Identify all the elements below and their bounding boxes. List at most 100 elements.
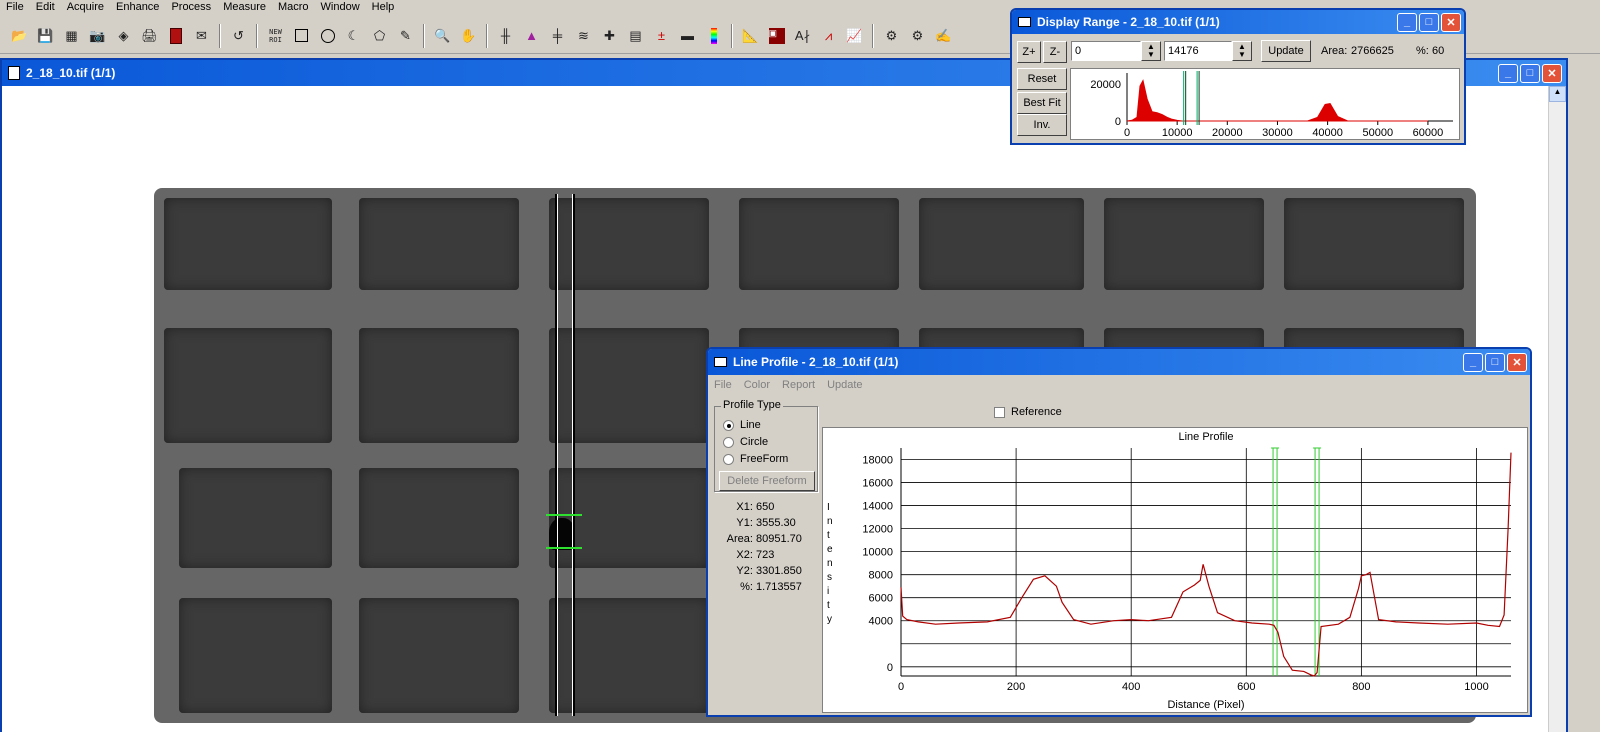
menu-file[interactable]: File bbox=[6, 0, 24, 14]
stack-icon[interactable]: ≋ bbox=[572, 24, 595, 48]
scroll-up-arrow[interactable]: ▲ bbox=[1549, 86, 1566, 102]
line-profile-chart[interactable]: Line Profile0400060008000100001200014000… bbox=[822, 427, 1528, 713]
palette-icon[interactable]: ▬ bbox=[676, 24, 699, 48]
lp-menu-report[interactable]: Report bbox=[782, 379, 815, 391]
maximize-button[interactable]: □ bbox=[1485, 352, 1505, 372]
new-roi-button[interactable]: NEW ROI bbox=[264, 24, 287, 48]
menu-help[interactable]: Help bbox=[372, 0, 395, 14]
stat-percent-label: %: bbox=[740, 581, 753, 593]
x-tick-label: 800 bbox=[1352, 681, 1370, 693]
y-tick-label: 18000 bbox=[862, 455, 893, 467]
display-range-titlebar[interactable]: Display Range - 2_18_10.tif (1/1) _ □ ✕ bbox=[1012, 10, 1464, 34]
radio-button-selected[interactable] bbox=[723, 419, 734, 431]
minimize-button[interactable]: _ bbox=[1463, 352, 1483, 372]
best-fit-button[interactable]: Best Fit bbox=[1017, 92, 1067, 114]
polygon-icon[interactable]: ⬠ bbox=[368, 24, 391, 48]
stat-percent-value: 1.713557 bbox=[756, 581, 802, 593]
y-tick-label: 0 bbox=[887, 662, 893, 674]
close-button[interactable]: ✕ bbox=[1441, 12, 1461, 32]
radio-button[interactable] bbox=[723, 436, 734, 448]
specimen-cell bbox=[164, 198, 332, 290]
menu-edit[interactable]: Edit bbox=[36, 0, 55, 14]
stat-x1-value: 650 bbox=[756, 501, 775, 513]
mail-icon[interactable]: ✉ bbox=[190, 24, 213, 48]
display-range-title: Display Range - 2_18_10.tif (1/1) bbox=[1037, 15, 1220, 29]
radio-line[interactable]: Line bbox=[723, 419, 761, 431]
fft-icon[interactable]: ✚ bbox=[598, 24, 621, 48]
radio-button[interactable] bbox=[723, 453, 734, 465]
hist-x-tick-label: 30000 bbox=[1262, 127, 1293, 139]
layers-icon[interactable]: ◈ bbox=[112, 24, 135, 48]
pencil-icon[interactable]: ✎ bbox=[394, 24, 417, 48]
count-icon[interactable]: ▣ bbox=[765, 24, 788, 48]
lp-menu-color[interactable]: Color bbox=[744, 379, 770, 391]
book-icon[interactable] bbox=[164, 24, 187, 48]
minimize-button[interactable]: _ bbox=[1397, 12, 1417, 32]
min-value-spinner[interactable]: ▲ ▼ bbox=[1141, 41, 1161, 61]
specimen-cell bbox=[1104, 198, 1264, 290]
rectangle-icon[interactable] bbox=[290, 24, 313, 48]
levels-icon[interactable]: ╫ bbox=[494, 24, 517, 48]
stat-row: X1: 650 bbox=[714, 501, 818, 517]
camera-icon[interactable]: 📷 bbox=[86, 24, 109, 48]
lp-menu-file[interactable]: File bbox=[714, 379, 732, 391]
zoom-out-button[interactable]: Z- bbox=[1043, 41, 1067, 63]
grid-icon[interactable]: ▦ bbox=[60, 24, 83, 48]
vertical-scrollbar[interactable]: ▲ bbox=[1548, 86, 1566, 732]
menu-window[interactable]: Window bbox=[321, 0, 360, 14]
caliper-icon[interactable]: A∤ bbox=[791, 24, 814, 48]
x-axis-label: Distance (Pixel) bbox=[1167, 699, 1244, 711]
min-value-field[interactable]: 0 bbox=[1071, 41, 1141, 61]
macro-run-icon[interactable]: ⚙ bbox=[880, 24, 903, 48]
histogram-chart[interactable]: 20000 00 10000 20000 30000 40000 50000 60000 bbox=[1070, 68, 1460, 140]
stat-x1-label: X1: bbox=[736, 501, 753, 513]
specimen-cell bbox=[179, 468, 332, 568]
specimen-cell bbox=[919, 198, 1084, 290]
close-button[interactable]: ✕ bbox=[1542, 63, 1562, 83]
y-tick-label: 10000 bbox=[862, 547, 893, 559]
specimen-cell bbox=[359, 328, 519, 443]
color-bar-icon[interactable] bbox=[702, 24, 725, 48]
max-value-field[interactable]: 14176 bbox=[1164, 41, 1232, 61]
open-icon[interactable]: 📂 bbox=[8, 24, 31, 48]
max-value-spinner[interactable]: ▲ ▼ bbox=[1232, 41, 1252, 61]
lp-menu-update[interactable]: Update bbox=[827, 379, 862, 391]
measure-icon[interactable]: 📐 bbox=[739, 24, 762, 48]
update-button[interactable]: Update bbox=[1261, 40, 1311, 62]
close-button[interactable]: ✕ bbox=[1507, 352, 1527, 372]
ellipse-icon[interactable] bbox=[316, 24, 339, 48]
minimize-button[interactable]: _ bbox=[1498, 63, 1518, 83]
zoom-in-button[interactable]: Z+ bbox=[1017, 41, 1041, 63]
radio-freeform-label: FreeForm bbox=[740, 453, 789, 465]
maximize-button[interactable]: □ bbox=[1419, 12, 1439, 32]
matrix-icon[interactable]: ▤ bbox=[624, 24, 647, 48]
radio-freeform[interactable]: FreeForm bbox=[723, 453, 788, 465]
undo-icon[interactable]: ↺ bbox=[227, 24, 250, 48]
zoom-icon[interactable]: 🔍 bbox=[431, 24, 454, 48]
invert-button[interactable]: Inv. bbox=[1017, 114, 1067, 136]
freehand-icon[interactable]: ☾ bbox=[342, 24, 365, 48]
menu-measure[interactable]: Measure bbox=[223, 0, 266, 14]
menu-macro[interactable]: Macro bbox=[278, 0, 309, 14]
reference-checkbox[interactable]: Reference bbox=[994, 406, 1062, 418]
menu-process[interactable]: Process bbox=[171, 0, 211, 14]
profile-selection-band[interactable] bbox=[555, 194, 575, 716]
print-icon[interactable]: 🖨 bbox=[138, 24, 161, 48]
reset-button[interactable]: Reset bbox=[1017, 68, 1067, 90]
macro-record-icon[interactable]: ⚙ bbox=[906, 24, 929, 48]
save-icon[interactable]: 💾 bbox=[34, 24, 57, 48]
histogram-icon[interactable]: ▲ bbox=[520, 24, 543, 48]
maximize-button[interactable]: □ bbox=[1520, 63, 1540, 83]
delete-freeform-button[interactable]: Delete Freeform bbox=[719, 471, 815, 491]
profile-icon[interactable]: ⩘ bbox=[817, 24, 840, 48]
operations-icon[interactable]: ± bbox=[650, 24, 673, 48]
menu-enhance[interactable]: Enhance bbox=[116, 0, 159, 14]
checkbox[interactable] bbox=[994, 406, 1005, 418]
contrast-icon[interactable]: ╪ bbox=[546, 24, 569, 48]
menu-acquire[interactable]: Acquire bbox=[67, 0, 104, 14]
line-profile-titlebar[interactable]: Line Profile - 2_18_10.tif (1/1) _ □ ✕ bbox=[708, 349, 1530, 375]
macro-edit-icon[interactable]: ✍ bbox=[932, 24, 955, 48]
radio-circle[interactable]: Circle bbox=[723, 436, 768, 448]
hand-icon[interactable]: ✋ bbox=[457, 24, 480, 48]
graph-icon[interactable]: 📈 bbox=[843, 24, 866, 48]
